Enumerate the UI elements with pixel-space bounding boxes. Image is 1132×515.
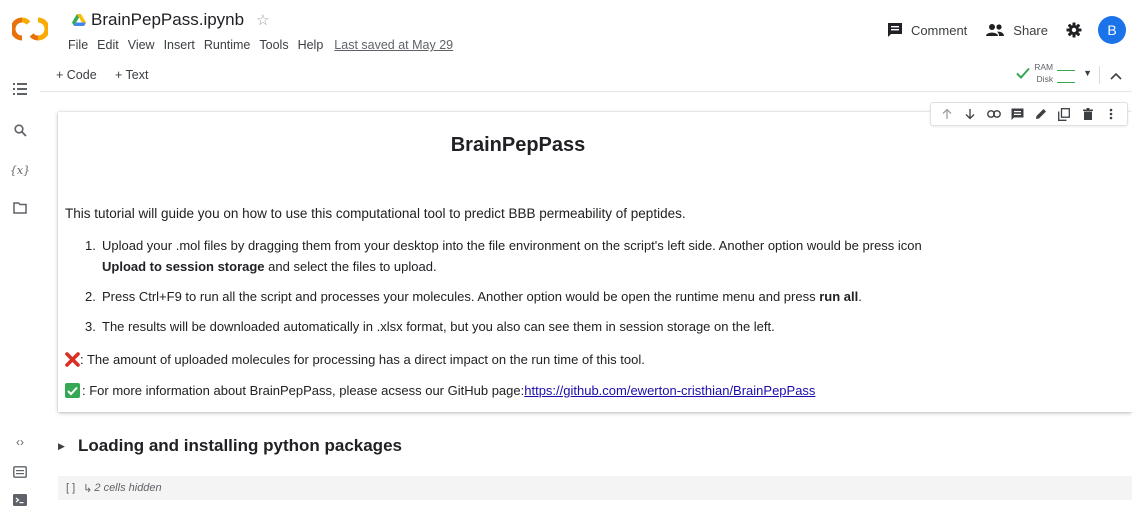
left-sidebar: {x} ‹› bbox=[0, 58, 40, 515]
runtime-dropdown-icon[interactable]: ▼ bbox=[1083, 68, 1092, 78]
last-saved-link[interactable]: Last saved at May 29 bbox=[334, 38, 453, 52]
menu-runtime[interactable]: Runtime bbox=[204, 38, 251, 52]
ram-label: RAM bbox=[1034, 62, 1054, 72]
google-drive-icon bbox=[72, 14, 86, 26]
hidden-cells-brackets: [ ] bbox=[66, 482, 76, 494]
settings-gear-icon[interactable] bbox=[1066, 22, 1082, 38]
section-title: Loading and installing python packages bbox=[78, 436, 402, 455]
people-icon bbox=[986, 24, 1005, 36]
comment-icon bbox=[887, 23, 902, 37]
disk-usage-bar bbox=[1057, 73, 1076, 83]
github-link[interactable]: https://github.com/ewerton-cristhian/Bra… bbox=[524, 383, 815, 398]
cross-mark-icon bbox=[65, 352, 80, 367]
comment-icon[interactable] bbox=[1009, 106, 1025, 122]
notebook-title[interactable]: BrainPepPass.ipynb bbox=[91, 10, 244, 30]
hidden-cells-arrow-icon: ↳ bbox=[83, 482, 93, 495]
step-bold-text: run all bbox=[819, 289, 859, 304]
mirror-cell-icon[interactable] bbox=[1056, 106, 1072, 122]
menu-bar: File Edit View Insert Runtime Tools Help… bbox=[68, 38, 453, 52]
disk-label: Disk bbox=[1036, 74, 1054, 84]
ram-usage-bar bbox=[1057, 61, 1076, 71]
info-note: : For more information about BrainPepPas… bbox=[65, 383, 815, 398]
step-bold-text: Upload to session storage bbox=[102, 259, 265, 274]
connected-check-icon bbox=[1016, 67, 1030, 79]
move-up-icon[interactable] bbox=[939, 106, 955, 122]
account-avatar[interactable]: B bbox=[1098, 16, 1126, 44]
section-header[interactable]: ▶ Loading and installing python packages bbox=[58, 436, 402, 456]
check-mark-icon bbox=[65, 383, 80, 398]
edit-icon[interactable] bbox=[1033, 106, 1049, 122]
warning-note: : The amount of uploaded molecules for p… bbox=[65, 352, 645, 367]
step-text: The results will be downloaded automatic… bbox=[102, 319, 775, 334]
variables-icon[interactable]: {x} bbox=[10, 161, 30, 179]
ram-disk-indicator[interactable]: RAM Disk ▼ bbox=[1016, 61, 1092, 85]
warning-text: : The amount of uploaded molecules for p… bbox=[80, 352, 645, 367]
intro-paragraph: This tutorial will guide you on how to u… bbox=[65, 206, 686, 221]
move-down-icon[interactable] bbox=[962, 106, 978, 122]
share-button[interactable]: Share bbox=[985, 23, 1048, 38]
step-text-end: . bbox=[858, 289, 862, 304]
notebook-toolbar: + Code + Text RAM Disk ▼ bbox=[40, 58, 1132, 92]
info-text: : For more information about BrainPepPas… bbox=[82, 383, 525, 398]
add-text-cell-button[interactable]: + Text bbox=[115, 68, 148, 82]
step-number: 3. bbox=[85, 319, 96, 334]
menu-tools[interactable]: Tools bbox=[259, 38, 288, 52]
files-icon[interactable] bbox=[11, 199, 29, 217]
step-text: Upload your .mol files by dragging them … bbox=[102, 238, 922, 253]
terminal-icon[interactable] bbox=[11, 491, 29, 509]
table-of-contents-icon[interactable] bbox=[11, 80, 29, 98]
more-icon[interactable] bbox=[1103, 106, 1119, 122]
steps-list: 1. Upload your .mol files by dragging th… bbox=[85, 235, 965, 346]
list-item: 2. Press Ctrl+F9 to run all the script a… bbox=[85, 286, 965, 307]
list-item: 1. Upload your .mol files by dragging th… bbox=[85, 235, 965, 277]
step-number: 1. bbox=[85, 238, 96, 253]
add-code-cell-button[interactable]: + Code bbox=[56, 68, 97, 82]
delete-icon[interactable] bbox=[1080, 106, 1096, 122]
colab-logo[interactable] bbox=[12, 16, 48, 42]
menu-insert[interactable]: Insert bbox=[164, 38, 195, 52]
menu-file[interactable]: File bbox=[68, 38, 88, 52]
menu-view[interactable]: View bbox=[128, 38, 155, 52]
comment-label: Comment bbox=[910, 22, 968, 38]
share-label: Share bbox=[1013, 22, 1048, 38]
link-icon[interactable] bbox=[986, 106, 1002, 122]
menu-edit[interactable]: Edit bbox=[97, 38, 119, 52]
step-text: Press Ctrl+F9 to run all the script and … bbox=[102, 289, 820, 304]
command-palette-icon[interactable] bbox=[11, 463, 29, 481]
collapse-header-chevron-up-icon[interactable] bbox=[1110, 67, 1122, 85]
hidden-cells-label: 2 cells hidden bbox=[94, 482, 162, 494]
step-text-end: and select the files to upload. bbox=[264, 259, 437, 274]
menu-help[interactable]: Help bbox=[298, 38, 324, 52]
star-icon[interactable]: ☆ bbox=[256, 13, 269, 28]
step-number: 2. bbox=[85, 289, 96, 304]
text-cell[interactable]: BrainPepPass This tutorial will guide yo… bbox=[58, 112, 1132, 412]
list-item: 3. The results will be downloaded automa… bbox=[85, 316, 965, 337]
hidden-cells-bar[interactable]: [ ] ↳ 2 cells hidden bbox=[58, 476, 1132, 500]
header: BrainPepPass.ipynb ☆ File Edit View Inse… bbox=[0, 0, 1132, 58]
search-icon[interactable] bbox=[11, 121, 29, 139]
section-expand-caret-icon[interactable]: ▶ bbox=[58, 441, 72, 452]
code-snippets-icon[interactable]: ‹› bbox=[11, 433, 29, 451]
cell-toolbar bbox=[930, 102, 1128, 126]
comment-button[interactable]: Comment bbox=[887, 22, 967, 38]
cell-heading: BrainPepPass bbox=[450, 134, 586, 156]
toolbar-divider bbox=[1099, 66, 1100, 84]
